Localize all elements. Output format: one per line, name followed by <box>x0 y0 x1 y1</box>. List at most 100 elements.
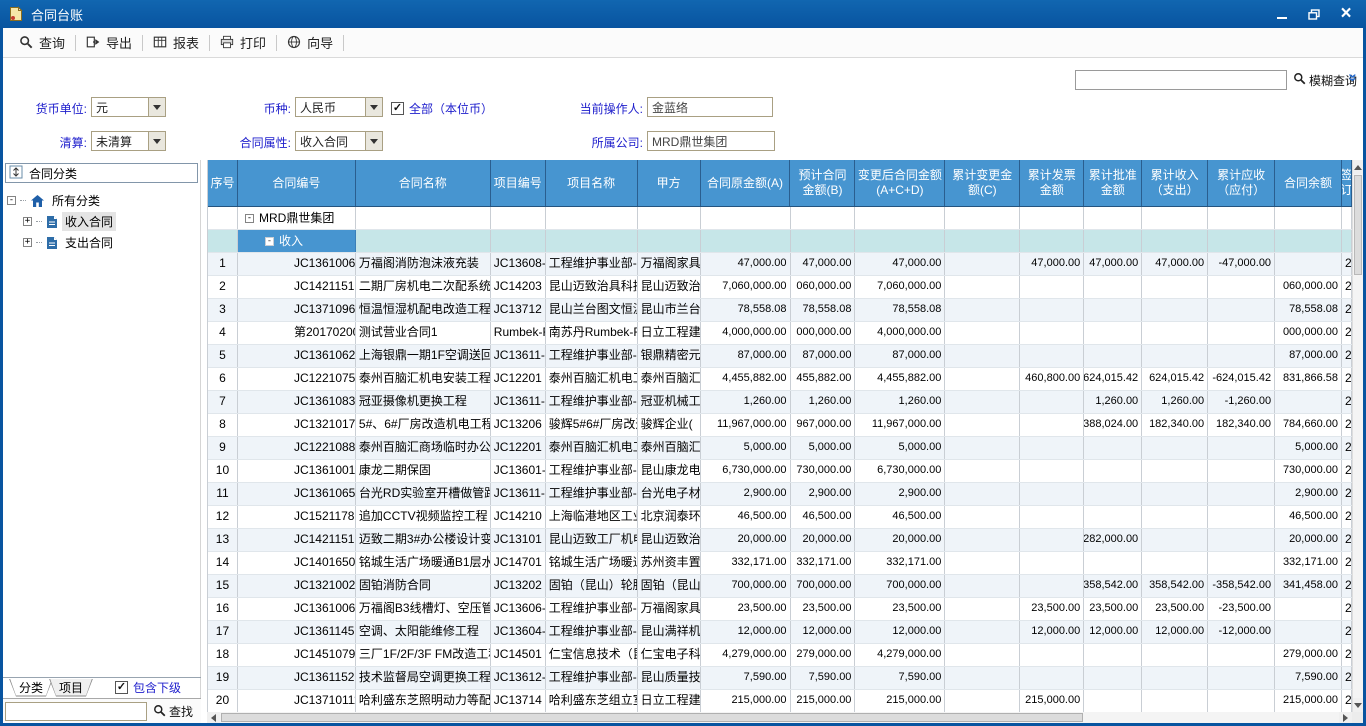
cell-project-no[interactable]: JC13606-5 <box>491 598 546 620</box>
cell-cum-approved[interactable]: 23,500.00 <box>1084 598 1142 620</box>
table-row[interactable]: 7JC13610831冠亚摄像机更换工程JC13611-5工程维护事业部-冠亚机… <box>208 391 1352 414</box>
cell-party-a[interactable]: 冠亚机械工 <box>638 391 701 413</box>
cell-contract-no[interactable]: JC13610010 <box>238 460 356 482</box>
cell-cum-invoice[interactable] <box>1020 667 1084 689</box>
column-header-project-no[interactable]: 项目编号 <box>491 160 546 206</box>
cell-seq[interactable]: 16 <box>208 598 238 620</box>
cell-balance[interactable]: 060,000.00 <box>1275 276 1342 298</box>
cell-extra[interactable]: 2 <box>1342 322 1352 344</box>
minimize-button[interactable] <box>1274 6 1290 22</box>
cell-cum-income[interactable] <box>1142 506 1208 528</box>
cell-contract-name[interactable]: 冠亚摄像机更换工程 <box>356 391 491 413</box>
cell-cum-approved[interactable]: 12,000.00 <box>1084 621 1142 643</box>
cell-project-no[interactable]: JC12201 <box>491 368 546 390</box>
cell-amount-b[interactable]: 5,000.00 <box>791 437 856 459</box>
cell-cum-receivable[interactable] <box>1208 207 1275 229</box>
cell-project-name[interactable]: 昆山兰台图文恒温 <box>546 299 638 321</box>
cell-cum-change[interactable] <box>945 552 1020 574</box>
scroll-left-icon[interactable] <box>207 712 220 723</box>
cell-cum-change[interactable] <box>945 437 1020 459</box>
cell-project-name[interactable]: 上海临港地区工业 <box>546 506 638 528</box>
cell-cum-approved[interactable] <box>1084 299 1142 321</box>
cell-project-no[interactable]: JC13202 <box>491 575 546 597</box>
column-header-cum-income[interactable]: 累计收入（支出） <box>1142 160 1208 206</box>
currency-select[interactable]: 人民币 <box>295 97 383 117</box>
cell-amount-acd[interactable]: 700,000.00 <box>855 575 945 597</box>
cell-cum-invoice[interactable]: 12,000.00 <box>1020 621 1084 643</box>
cell-cum-invoice[interactable]: 215,000.00 <box>1020 690 1084 712</box>
cell-contract-name[interactable]: 康龙二期保固 <box>356 460 491 482</box>
cell-cum-approved[interactable] <box>1084 460 1142 482</box>
cell-cum-receivable[interactable]: -1,260.00 <box>1208 391 1275 413</box>
cell-party-a[interactable]: 昆山质量技 <box>638 667 701 689</box>
cell-extra[interactable]: 2 <box>1342 575 1352 597</box>
cell-balance[interactable] <box>1275 253 1342 275</box>
dropdown-arrow-icon[interactable] <box>148 98 165 116</box>
cell-party-a[interactable]: 仁宝电子科 <box>638 644 701 666</box>
table-row[interactable]: 1JC13610060万福阁消防泡沫液充装JC13608-5工程维护事业部-万福… <box>208 253 1352 276</box>
cell-seq[interactable]: 15 <box>208 575 238 597</box>
cell-amount-b[interactable]: 215,000.00 <box>791 690 856 712</box>
cell-balance[interactable]: 46,500.00 <box>1275 506 1342 528</box>
cell-cum-receivable[interactable] <box>1208 230 1275 252</box>
cell-cum-receivable[interactable] <box>1208 552 1275 574</box>
cell-cum-change[interactable] <box>945 299 1020 321</box>
cell-amount-acd[interactable]: 4,000,000.00 <box>855 322 945 344</box>
cell-cum-income[interactable]: 358,542.00 <box>1142 575 1208 597</box>
cell-amount-b[interactable]: 2,900.00 <box>791 483 856 505</box>
cell-cum-receivable[interactable] <box>1208 322 1275 344</box>
tree-item-expense[interactable]: +支出合同 <box>7 232 198 253</box>
table-row[interactable]: 19JC13611520技术监督局空调更换工程JC13612-5工程维护事业部-… <box>208 667 1352 690</box>
cell-amount-b[interactable]: 47,000.00 <box>791 253 856 275</box>
cell-cum-invoice[interactable]: 460,800.00 <box>1020 368 1084 390</box>
cell-contract-name[interactable]: 固铂消防合同 <box>356 575 491 597</box>
cell-project-no[interactable]: JC13611-5 <box>491 483 546 505</box>
cell-amount-acd[interactable]: 20,000.00 <box>855 529 945 551</box>
cell-cum-invoice[interactable] <box>1020 276 1084 298</box>
cell-party-a[interactable]: 昆山满祥机 <box>638 621 701 643</box>
horizontal-scrollbar-thumb[interactable] <box>221 713 1083 722</box>
cell-party-a[interactable]: 台光电子材 <box>638 483 701 505</box>
cell-contract-no[interactable]: JC13710111 <box>238 690 356 712</box>
cell-cum-receivable[interactable] <box>1208 460 1275 482</box>
cell-amount-a[interactable]: 11,967,000.00 <box>701 414 791 436</box>
cell-party-a[interactable]: 银鼎精密元 <box>638 345 701 367</box>
cell-cum-receivable[interactable] <box>1208 299 1275 321</box>
table-row[interactable]: -收入 <box>208 230 1352 253</box>
cell-extra[interactable]: 2 <box>1342 644 1352 666</box>
cell-seq[interactable]: 1 <box>208 253 238 275</box>
cell-contract-no[interactable]: JC12210880 <box>238 437 356 459</box>
table-row[interactable]: 15JC13210020固铂消防合同JC13202固铂（昆山）轮胎固铂（昆山70… <box>208 575 1352 598</box>
column-header-cum-approved[interactable]: 累计批准金额 <box>1084 160 1142 206</box>
cell-cum-change[interactable] <box>945 368 1020 390</box>
cell-seq[interactable] <box>208 207 238 229</box>
cell-amount-b[interactable]: 455,882.00 <box>791 368 856 390</box>
cell-amount-acd[interactable]: 332,171.00 <box>855 552 945 574</box>
cell-party-a[interactable]: 泰州百脑汇 <box>638 368 701 390</box>
cell-party-a[interactable]: 泰州百脑汇 <box>638 437 701 459</box>
cell-extra[interactable]: 2 <box>1342 391 1352 413</box>
table-row[interactable]: 6JC12210750泰州百脑汇机电安装工程JC12201泰州百脑汇机电工泰州百… <box>208 368 1352 391</box>
table-row[interactable]: 13JC14211510迈致二期3#办公楼设计变JC13101昆山迈致工厂机电昆… <box>208 529 1352 552</box>
cell-project-no[interactable]: JC14203 <box>491 276 546 298</box>
cell-project-no[interactable]: JC13611-5 <box>491 391 546 413</box>
column-header-seq[interactable]: 序号 <box>208 160 238 206</box>
cell-project-name[interactable]: 工程维护事业部- <box>546 667 638 689</box>
cell-balance[interactable] <box>1275 621 1342 643</box>
cell-project-no[interactable]: JC13712 <box>491 299 546 321</box>
cell-extra[interactable]: 2 <box>1342 368 1352 390</box>
cell-cum-receivable[interactable]: -624,015.42 <box>1208 368 1275 390</box>
cell-contract-name[interactable]: 台光RD实验室开槽做管路 <box>356 483 491 505</box>
cell-contract-name[interactable]: 铭城生活广场暖通B1层水 <box>356 552 491 574</box>
column-header-amount-b[interactable]: 预计合同金额(B) <box>790 160 855 206</box>
all-base-currency-checkbox[interactable]: ✓ 全部（本位币） <box>391 100 493 117</box>
scroll-down-icon[interactable] <box>1353 698 1363 712</box>
cell-cum-approved[interactable] <box>1084 667 1142 689</box>
cell-contract-name[interactable]: 上海银鼎一期1F空调送回 <box>356 345 491 367</box>
cell-cum-approved[interactable] <box>1084 230 1142 252</box>
cell-cum-invoice[interactable] <box>1020 483 1084 505</box>
column-header-cum-change[interactable]: 累计变更金额(C) <box>945 160 1020 206</box>
cell-cum-invoice[interactable]: 23,500.00 <box>1020 598 1084 620</box>
cell-party-a[interactable]: 固铂（昆山 <box>638 575 701 597</box>
cell-cum-invoice[interactable] <box>1020 506 1084 528</box>
